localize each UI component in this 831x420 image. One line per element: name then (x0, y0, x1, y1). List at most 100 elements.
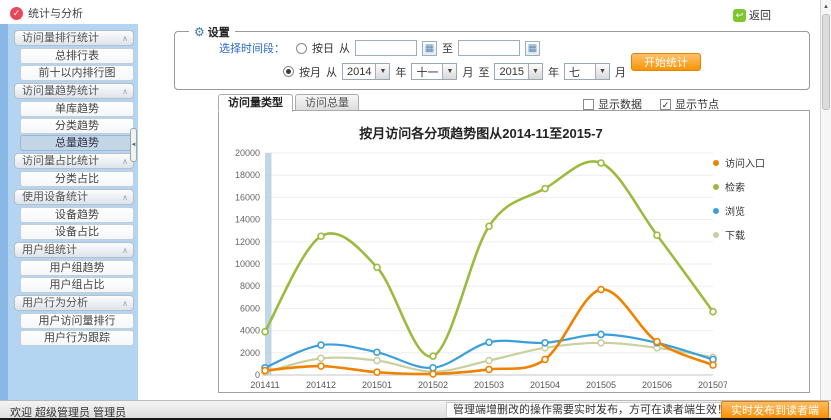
from-year-select[interactable]: 2014 ▼ (342, 63, 390, 80)
page-title-label: 统计与分析 (28, 5, 83, 21)
sidebar-section-header-5[interactable]: 用户行为分析 ∧ (14, 295, 134, 311)
calendar-icon[interactable]: ▦ (525, 41, 540, 56)
line-chart: 0 2000 4000 6000 8000 10000 12000 14000 16000 180… (227, 143, 727, 401)
svg-text:14000: 14000 (235, 215, 260, 225)
calendar-icon[interactable]: ▦ (422, 41, 437, 56)
sidebar-section-label: 访问量趋势统计 (22, 85, 99, 97)
settings-legend: ⚙ 设置 (189, 24, 235, 40)
sidebar-section-header-1[interactable]: 访问量趋势统计 ∧ (14, 83, 134, 99)
chevron-down-icon: ▼ (528, 64, 542, 79)
show-nodes-label: 显示节点 (675, 96, 719, 112)
show-data-label: 显示数据 (598, 96, 642, 112)
sidebar-item-5-0[interactable]: 用户访问量排行 (20, 313, 134, 329)
by-month-label: 按月 (299, 64, 321, 80)
sidebar-item-1-2[interactable]: 总量趋势 (20, 135, 134, 151)
show-nodes-checkbox[interactable]: ✓ (660, 99, 671, 110)
sidebar-splitter-handle[interactable]: ◄ (130, 128, 137, 162)
display-options: 显示数据 ✓ 显示节点 (583, 96, 719, 112)
from-month-select[interactable]: 十一 ▼ (411, 63, 457, 80)
sidebar-section-header-3[interactable]: 使用设备统计∧ (14, 189, 134, 205)
sidebar-item-2-0[interactable]: 分类占比 (20, 171, 134, 187)
tab-0[interactable]: 访问量类型 (218, 94, 293, 112)
legend-item-0[interactable]: 访问入口 (713, 155, 765, 170)
svg-text:201507: 201507 (698, 380, 727, 390)
legend-dot-icon (713, 232, 719, 238)
chart-title: 按月访问各分项趋势图从2014-11至2015-7 (219, 123, 743, 142)
svg-text:4000: 4000 (240, 326, 260, 336)
collapse-arrow-icon: ∧ (122, 296, 128, 311)
scrollbar-thumb[interactable] (822, 14, 830, 110)
svg-text:201506: 201506 (642, 380, 672, 390)
sidebar-item-3-0[interactable]: 设备趋势 (20, 207, 134, 223)
svg-text:2000: 2000 (240, 348, 260, 358)
collapse-arrow-icon: ∧ (122, 31, 128, 46)
legend-label: 检索 (725, 179, 745, 194)
svg-text:12000: 12000 (235, 237, 260, 247)
legend-dot-icon (713, 160, 719, 166)
tab-1[interactable]: 访问总量 (295, 94, 359, 111)
sidebar-item-1-0[interactable]: 单库趋势 (20, 101, 134, 117)
sidebar-section-label: 用户行为分析 (22, 297, 88, 309)
svg-text:18000: 18000 (235, 170, 260, 180)
time-range-label: 选择时间段： (219, 40, 285, 56)
sidebar-item-5-1[interactable]: 用户行为跟踪 (20, 330, 134, 346)
svg-text:8000: 8000 (240, 281, 260, 291)
by-month-to-label: 至 (478, 64, 489, 80)
show-data-option[interactable]: 显示数据 (583, 96, 642, 112)
sidebar-item-1-1[interactable]: 分类趋势 (20, 118, 134, 134)
publish-button[interactable]: 实时发布到读者端 (721, 401, 829, 419)
show-nodes-option[interactable]: ✓ 显示节点 (660, 96, 719, 112)
check-badge-icon: ✓ (10, 7, 23, 20)
to-month-select[interactable]: 七 ▼ (564, 63, 610, 80)
sidebar-section-label: 用户组统计 (22, 244, 77, 256)
month-label: 月 (615, 64, 626, 80)
sidebar-section-header-0[interactable]: 访问量排行统计∧ (14, 30, 134, 46)
start-statistics-button[interactable]: 开始统计 (631, 53, 701, 71)
sidebar-section-header-2[interactable]: 访问量占比统计∧ (14, 153, 134, 169)
from-year-value: 2014 (343, 66, 375, 78)
welcome-text: 欢迎 超级管理员 管理员 (10, 404, 126, 420)
sidebar-item-0-1[interactable]: 前十以内排行图 (20, 65, 134, 81)
legend-label: 下载 (725, 227, 745, 242)
sidebar: 访问量排行统计∧总排行表前十以内排行图访问量趋势统计∧单库趋势分类趋势总量趋势访… (0, 24, 138, 400)
sidebar-item-4-1[interactable]: 用户组占比 (20, 277, 134, 293)
back-arrow-icon: ↩ (733, 9, 746, 22)
legend-label: 浏览 (725, 203, 745, 218)
sidebar-item-0-0[interactable]: 总排行表 (20, 48, 134, 64)
back-button[interactable]: ↩ 返回 (733, 7, 771, 23)
vertical-scrollbar[interactable]: ▲ (820, 0, 831, 400)
year-label: 年 (395, 64, 406, 80)
scroll-up-icon[interactable]: ▲ (821, 1, 831, 13)
by-month-from-label: 从 (326, 64, 337, 80)
by-month-radio[interactable] (283, 66, 294, 77)
show-data-checkbox[interactable] (583, 99, 594, 110)
svg-text:201505: 201505 (586, 380, 616, 390)
svg-text:201504: 201504 (530, 380, 560, 390)
legend-dot-icon (713, 184, 719, 190)
back-label: 返回 (749, 7, 771, 23)
sidebar-section-header-4[interactable]: 用户组统计∧ (14, 242, 134, 258)
to-date-input[interactable] (458, 40, 520, 56)
legend-dot-icon (713, 208, 719, 214)
svg-text:10000: 10000 (235, 259, 260, 269)
svg-text:6000: 6000 (240, 303, 260, 313)
by-day-radio[interactable] (296, 43, 307, 54)
legend-item-2[interactable]: 浏览 (713, 203, 765, 218)
tab-bar: 访问量类型访问总量 (218, 94, 359, 112)
legend-item-1[interactable]: 检索 (713, 179, 765, 194)
svg-text:20000: 20000 (235, 148, 260, 158)
to-year-select[interactable]: 2015 ▼ (494, 63, 542, 80)
svg-text:0: 0 (255, 370, 260, 380)
by-day-label: 按日 (312, 40, 334, 56)
collapse-arrow-icon: ∧ (122, 84, 128, 99)
settings-legend-label: 设置 (208, 24, 230, 40)
from-date-input[interactable] (355, 40, 417, 56)
legend-item-3[interactable]: 下载 (713, 227, 765, 242)
chevron-down-icon: ▼ (442, 64, 456, 79)
svg-text:201502: 201502 (418, 380, 448, 390)
svg-text:16000: 16000 (235, 192, 260, 202)
sidebar-item-3-1[interactable]: 设备占比 (20, 224, 134, 240)
to-year-value: 2015 (495, 66, 527, 78)
sidebar-item-4-0[interactable]: 用户组趋势 (20, 260, 134, 276)
to-month-value: 七 (565, 64, 595, 80)
